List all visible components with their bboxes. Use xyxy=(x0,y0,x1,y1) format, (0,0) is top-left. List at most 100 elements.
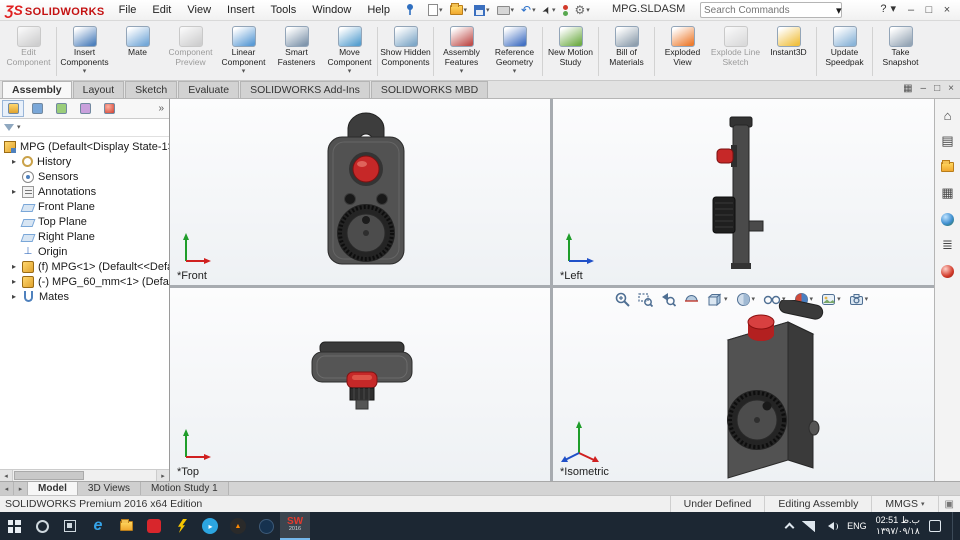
new-motion-study-button[interactable]: New Motion Study xyxy=(544,23,597,80)
restore-button[interactable]: □ xyxy=(920,0,938,19)
options-button[interactable]: ⚙ ▾ xyxy=(573,3,592,17)
menu-window[interactable]: Window xyxy=(304,2,359,18)
smart-fasteners-button[interactable]: Smart Fasteners xyxy=(270,23,323,80)
print-button[interactable]: ▾ xyxy=(495,5,517,16)
panel-horizontal-scrollbar[interactable]: ◂ ▸ xyxy=(0,469,169,481)
menu-insert[interactable]: Insert xyxy=(219,2,263,18)
tab-sketch[interactable]: Sketch xyxy=(125,81,178,98)
start-button[interactable] xyxy=(0,512,28,540)
model-isometric-view[interactable] xyxy=(683,300,853,481)
pin-menu-icon[interactable] xyxy=(404,3,416,17)
instant3d-button[interactable]: Instant3D xyxy=(762,23,815,80)
expand-arrow-icon[interactable]: ▸ xyxy=(12,292,21,301)
status-options-icon[interactable]: ▣ xyxy=(937,496,960,512)
tree-item-origin[interactable]: ⊥ Origin xyxy=(0,244,169,259)
undo-button[interactable]: ↶ ▾ xyxy=(519,3,538,17)
tree-item-component-mpg-60mm[interactable]: ▸ (-) MPG_60_mm<1> (Default<<Def... xyxy=(0,274,169,289)
filter-funnel-icon[interactable] xyxy=(4,124,14,131)
close-button[interactable]: × xyxy=(938,0,956,19)
insert-components-button[interactable]: Insert Components ▾ xyxy=(58,23,111,80)
tree-item-top-plane[interactable]: Top Plane xyxy=(0,214,169,229)
model-left-view[interactable] xyxy=(693,105,783,277)
model-top-view[interactable] xyxy=(292,336,432,420)
units-selector[interactable]: MMGS ▾ xyxy=(871,496,937,512)
reference-geometry-button[interactable]: Reference Geometry ▾ xyxy=(488,23,541,80)
search-input[interactable] xyxy=(704,4,836,16)
appearances-scenes-icon[interactable] xyxy=(939,211,957,227)
select-button[interactable]: ➤ ▾ xyxy=(540,4,558,17)
viewport-left[interactable]: *Left xyxy=(553,99,934,285)
media-player-button[interactable]: ▲ xyxy=(224,512,252,540)
doc-restore-icon[interactable]: □ xyxy=(934,83,940,94)
edge-browser-button[interactable]: e xyxy=(84,512,112,540)
network-icon[interactable] xyxy=(802,520,816,532)
zoom-to-fit-button[interactable] xyxy=(615,292,630,307)
tree-item-sensors[interactable]: Sensors xyxy=(0,169,169,184)
file-explorer-button[interactable] xyxy=(112,512,140,540)
custom-properties-icon[interactable]: ≣ xyxy=(939,237,957,253)
viewport-isometric[interactable]: ▾ ▾ ▾ ▾ ▾ ▾ xyxy=(553,288,934,481)
tree-item-annotations[interactable]: ▸ Annotations xyxy=(0,184,169,199)
lightning-app-button[interactable] xyxy=(168,512,196,540)
displaymanager-tab[interactable] xyxy=(98,100,120,117)
dimxpert-tab[interactable] xyxy=(74,100,96,117)
propertymanager-tab[interactable] xyxy=(26,100,48,117)
minimize-button[interactable]: – xyxy=(902,0,920,19)
tree-root-item[interactable]: MPG (Default<Display State-1>) xyxy=(0,139,169,154)
solidworks-taskbar-button[interactable]: SW 2016 xyxy=(280,512,310,540)
tab-3d-views[interactable]: 3D Views xyxy=(77,482,141,495)
show-desktop-button[interactable] xyxy=(952,512,956,540)
help-button[interactable]: ? xyxy=(880,3,886,15)
zoom-to-area-button[interactable] xyxy=(638,292,653,307)
clock[interactable]: 02:51 ب.ظ ١٣٩٧/٠٩/١٨ xyxy=(876,515,920,538)
design-library-icon[interactable]: ▤ xyxy=(939,133,957,149)
menu-file[interactable]: File xyxy=(111,2,145,18)
command-search-box[interactable]: ▾ xyxy=(700,2,842,18)
new-document-button[interactable]: ▾ xyxy=(426,3,445,17)
tray-expand-chevron-icon[interactable] xyxy=(784,522,795,533)
language-indicator[interactable]: ENG xyxy=(847,521,867,531)
tree-item-right-plane[interactable]: Right Plane xyxy=(0,229,169,244)
tab-motion-study-1[interactable]: Motion Study 1 xyxy=(140,482,229,495)
configurationmanager-tab[interactable] xyxy=(50,100,72,117)
menu-edit[interactable]: Edit xyxy=(144,2,179,18)
viewport-front[interactable]: *Front xyxy=(170,99,550,285)
doc-minimize-icon[interactable]: – xyxy=(921,83,927,94)
tree-item-front-plane[interactable]: Front Plane xyxy=(0,199,169,214)
dark-app-button[interactable] xyxy=(252,512,280,540)
tab-layout[interactable]: Layout xyxy=(72,81,125,98)
featuremanager-tab[interactable] xyxy=(2,100,24,117)
tree-item-history[interactable]: ▸ History xyxy=(0,154,169,169)
exploded-view-button[interactable]: Exploded View xyxy=(656,23,709,80)
scrollbar-thumb[interactable] xyxy=(14,471,84,480)
doc-close-icon[interactable]: × xyxy=(948,83,954,94)
viewport-vertical-splitter[interactable] xyxy=(550,99,553,481)
volume-icon[interactable] xyxy=(824,522,839,530)
open-document-button[interactable]: ▾ xyxy=(448,3,470,16)
task-view-button[interactable] xyxy=(56,512,84,540)
red-app-button[interactable] xyxy=(140,512,168,540)
tab-assembly[interactable]: Assembly xyxy=(2,81,72,98)
cortana-search-button[interactable] xyxy=(28,512,56,540)
viewport-top[interactable]: *Top xyxy=(170,288,550,481)
tab-evaluate[interactable]: Evaluate xyxy=(178,81,240,98)
rebuild-button[interactable] xyxy=(561,4,570,17)
show-hidden-components-button[interactable]: Show Hidden Components xyxy=(379,23,432,80)
move-component-button[interactable]: Move Component ▾ xyxy=(323,23,376,80)
viewport-horizontal-splitter[interactable] xyxy=(170,285,934,288)
model-front-view[interactable] xyxy=(306,105,426,277)
tab-model[interactable]: Model xyxy=(28,482,78,495)
update-speedpak-button[interactable]: Update Speedpak xyxy=(818,23,871,80)
viewport-layout-icon[interactable]: ▦ xyxy=(903,83,912,94)
solidworks-resources-home-icon[interactable]: ⌂ xyxy=(939,107,957,123)
file-explorer-icon[interactable] xyxy=(939,159,957,175)
tab-solidworks-mbd[interactable]: SOLIDWORKS MBD xyxy=(370,81,489,98)
tab-scroll-right-icon[interactable]: ▸ xyxy=(14,482,28,495)
scroll-left-icon[interactable]: ◂ xyxy=(0,470,13,481)
scroll-right-icon[interactable]: ▸ xyxy=(156,470,169,481)
telegram-button[interactable]: ▸ xyxy=(196,512,224,540)
take-snapshot-button[interactable]: Take Snapshot xyxy=(874,23,927,80)
tree-item-component-mpg[interactable]: ▸ (f) MPG<1> (Default<<Default>_Di... xyxy=(0,259,169,274)
menu-help[interactable]: Help xyxy=(359,2,398,18)
save-button[interactable]: ▾ xyxy=(472,4,492,17)
